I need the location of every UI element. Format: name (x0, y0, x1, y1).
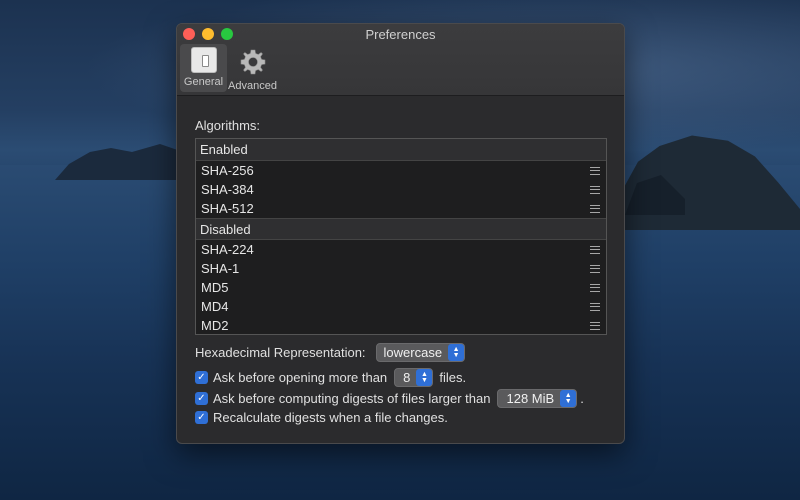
list-item[interactable]: MD2 (196, 316, 606, 335)
list-item-label: SHA-384 (201, 182, 254, 197)
drag-handle-icon[interactable] (590, 321, 600, 330)
list-item-label: SHA-224 (201, 242, 254, 257)
list-item-label: MD2 (201, 318, 229, 333)
list-item[interactable]: SHA-512 (196, 199, 606, 218)
drag-handle-icon[interactable] (590, 185, 600, 194)
tab-general[interactable]: General (180, 44, 227, 92)
drag-handle-icon[interactable] (590, 264, 600, 273)
drag-handle-icon[interactable] (590, 283, 600, 292)
list-item-label: MD4 (201, 299, 229, 314)
drag-handle-icon[interactable] (590, 166, 600, 175)
list-item-label: MD5 (201, 280, 229, 295)
gear-icon (240, 49, 265, 75)
ask-open-suffix: files. (439, 370, 467, 385)
list-item[interactable]: SHA-224 (196, 240, 606, 259)
titlebar: Preferences General Advanced (177, 24, 624, 96)
ask-compute-label: Ask before computing digests of files la… (213, 391, 491, 406)
hex-representation-popup[interactable]: lowercase ▲ ▼ (375, 343, 466, 362)
algorithms-label: Algorithms: (195, 118, 261, 133)
ask-compute-size-value: 128 MiB (506, 391, 555, 406)
drag-handle-icon[interactable] (590, 204, 600, 213)
list-item[interactable]: SHA-256 (196, 161, 606, 180)
recalculate-row: ✓ Recalculate digests when a file change… (195, 410, 448, 425)
updown-chevron-icon: ▲ ▼ (448, 344, 465, 361)
ask-compute-row: ✓ Ask before computing digests of files … (195, 389, 584, 408)
tab-advanced-label: Advanced (228, 80, 277, 92)
ask-open-label: Ask before opening more than (213, 370, 388, 385)
hex-representation-value: lowercase (383, 345, 443, 360)
updown-chevron-icon: ▲ ▼ (560, 390, 577, 407)
list-item[interactable]: MD5 (196, 278, 606, 297)
algorithms-list[interactable]: Enabled SHA-256 SHA-384 SHA-512 Disabled… (195, 138, 607, 335)
list-item-label: SHA-256 (201, 163, 254, 178)
tab-advanced[interactable]: Advanced (228, 44, 277, 92)
general-switch-icon (190, 47, 217, 73)
window-title: Preferences (365, 27, 436, 42)
ask-open-checkbox[interactable]: ✓ (195, 371, 208, 384)
updown-chevron-icon: ▲ ▼ (416, 369, 433, 386)
list-item[interactable]: MD4 (196, 297, 606, 316)
recalculate-label: Recalculate digests when a file changes. (213, 410, 448, 425)
ask-open-count-value: 8 (403, 370, 411, 385)
ask-open-row: ✓ Ask before opening more than 8 ▲ ▼ file… (195, 368, 466, 387)
hex-representation-label: Hexadecimal Representation: (195, 345, 366, 360)
recalculate-checkbox[interactable]: ✓ (195, 411, 208, 424)
drag-handle-icon[interactable] (590, 245, 600, 254)
tab-general-label: General (183, 76, 224, 88)
disabled-section-header: Disabled (196, 218, 606, 240)
ask-compute-checkbox[interactable]: ✓ (195, 392, 208, 405)
hex-representation-row: Hexadecimal Representation: lowercase ▲ ▼ (195, 343, 466, 362)
enabled-section-header: Enabled (196, 139, 606, 161)
list-item-label: SHA-512 (201, 201, 254, 216)
preferences-toolbar: General Advanced (180, 44, 277, 92)
list-item[interactable]: SHA-1 (196, 259, 606, 278)
ask-compute-size-popup[interactable]: 128 MiB ▲ ▼ (497, 389, 578, 408)
drag-handle-icon[interactable] (590, 302, 600, 311)
preferences-window: Preferences General Advanced Algorithms:… (176, 23, 625, 444)
list-item-label: SHA-1 (201, 261, 240, 276)
ask-open-count-popup[interactable]: 8 ▲ ▼ (394, 368, 434, 387)
ask-compute-suffix: . (580, 391, 584, 406)
list-item[interactable]: SHA-384 (196, 180, 606, 199)
